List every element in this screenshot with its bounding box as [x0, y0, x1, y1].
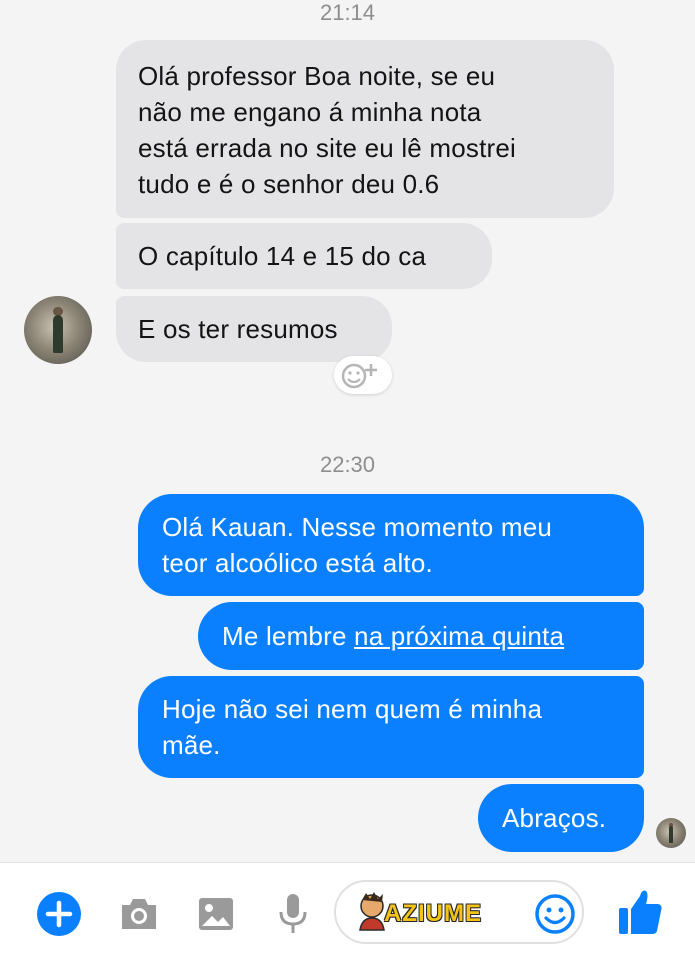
read-receipt-avatar — [656, 818, 686, 848]
message-line: Olá professor Boa noite, se eu — [138, 61, 496, 91]
message-line: teor alcoólico está alto. — [162, 548, 433, 578]
incoming-message[interactable]: O capítulo 14 e 15 do ca — [116, 223, 492, 289]
outgoing-message[interactable]: Olá Kauan. Nesse momento meu teor alcoól… — [138, 494, 644, 596]
timestamp: 22:30 — [319, 452, 376, 477]
camera-icon — [122, 899, 156, 929]
message-line: Olá Kauan. Nesse momento meu — [162, 512, 553, 542]
thumbs-up-icon — [619, 890, 662, 934]
outgoing-message[interactable]: Me lembre na próxima quinta — [198, 602, 644, 670]
gallery-button[interactable] — [196, 894, 236, 934]
date-link[interactable]: na próxima quinta — [354, 621, 564, 651]
incoming-message[interactable]: E os ter resumos — [116, 296, 392, 362]
message-line: tudo e é o senhor deu 0.6 — [138, 169, 440, 199]
message-line: O capítulo 14 e 15 do ca — [138, 241, 427, 271]
incoming-message[interactable]: Olá professor Boa noite, se eu não me en… — [116, 40, 614, 218]
emoji-button[interactable] — [534, 893, 576, 935]
message-line: Abraços. — [502, 803, 607, 833]
outgoing-message[interactable]: Abraços. — [478, 784, 644, 852]
voice-message-button[interactable] — [276, 892, 310, 936]
watermark-text: AZIUME — [384, 900, 482, 927]
microphone-icon — [279, 894, 307, 933]
add-reaction-button[interactable] — [334, 356, 392, 394]
sender-avatar[interactable] — [24, 296, 92, 364]
message-line: mãe. — [162, 730, 221, 760]
outgoing-message[interactable]: Hoje não sei nem quem é minha mãe. — [138, 676, 644, 778]
more-actions-button[interactable] — [36, 891, 82, 937]
message-line: E os ter resumos — [138, 314, 338, 344]
emoji-icon — [535, 894, 575, 934]
camera-button[interactable] — [118, 894, 160, 934]
image-icon — [199, 898, 233, 930]
like-button[interactable] — [616, 886, 664, 938]
add-reaction-icon — [341, 363, 377, 389]
message-line: Hoje não sei nem quem é minha — [162, 694, 543, 724]
timestamp: 21:14 — [319, 0, 376, 25]
plus-icon — [37, 892, 81, 936]
message-line: está errada no site eu lê mostrei — [138, 133, 517, 163]
message-line: não me engano á minha nota — [138, 97, 482, 127]
message-text: Me lembre — [222, 621, 355, 651]
